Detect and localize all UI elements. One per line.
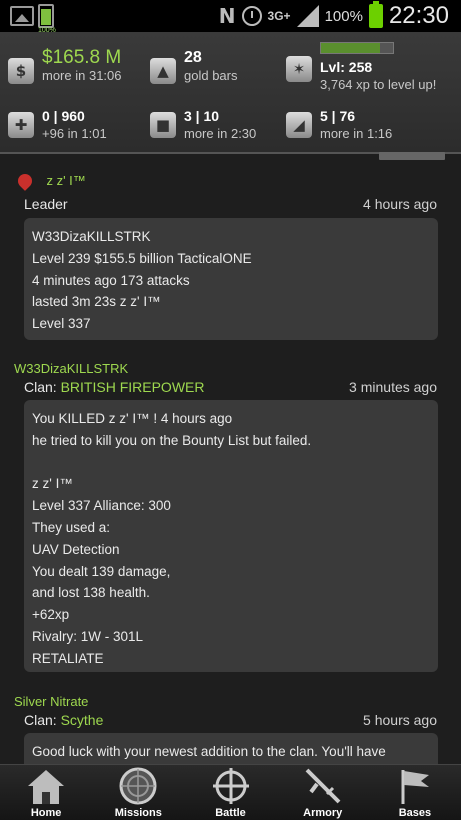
message-line: +62xp (32, 607, 70, 623)
message-line: Level 337 (32, 316, 91, 332)
gold-stat[interactable]: ▲ 28 gold bars (150, 48, 237, 84)
post-author[interactable]: Silver Nitrate (14, 694, 88, 709)
health-cross-icon: ✚ (8, 112, 34, 138)
clan-feed[interactable]: z z' I™ Leader 4 hours ago W33DizaKILLST… (0, 156, 461, 764)
message-line: he tried to kill you on the Bounty List … (32, 432, 312, 448)
clan-name[interactable]: Scythe (61, 712, 104, 728)
gold-label: gold bars (184, 68, 238, 83)
nav-missions[interactable]: Missions (92, 765, 184, 820)
alarm-icon (241, 6, 262, 26)
rifle-icon (305, 768, 341, 804)
health-stat[interactable]: ✚ 0 | 960 +96 in 1:01 (8, 106, 107, 142)
message-line (32, 452, 430, 474)
nav-home[interactable]: Home (0, 765, 92, 820)
radar-icon (119, 767, 157, 805)
energy-timer: more in 2:30 (184, 126, 257, 141)
feed-post: z z' I™ Leader 4 hours ago (0, 170, 461, 212)
message-line: Good luck with your newest addition to t… (32, 744, 386, 759)
xp-progress-fill (321, 43, 381, 53)
signal-icon (296, 5, 319, 27)
money-stat[interactable]: $ $165.8 M more in 31:06 (8, 48, 122, 84)
message-bubble: You KILLED z z' I™ ! 4 hours ago he trie… (24, 400, 438, 672)
nav-bases[interactable]: Bases (369, 765, 461, 820)
message-line[interactable]: z z' I™ (32, 473, 430, 495)
message-bubble: W33DizaKILLSTRK Level 239 $155.5 billion… (24, 218, 438, 340)
message-line: You dealt 139 damage, (32, 563, 171, 579)
nav-bases-label: Bases (398, 807, 432, 819)
energy-stat[interactable]: ■ 3 | 10 more in 2:30 (150, 106, 256, 142)
battery-icon (368, 1, 383, 28)
home-icon (28, 770, 65, 804)
retaliate-link[interactable]: RETALIATE (32, 648, 430, 670)
message-line: Level 337 Alliance: 300 (32, 498, 171, 514)
health-timer: +96 in 1:01 (42, 126, 107, 141)
message-line: Level 239 $155.5 billion TacticalONE (32, 250, 252, 266)
gold-bars-icon: ▲ (150, 58, 176, 84)
author-role: Leader (24, 196, 68, 212)
message-bubble: Good luck with your newest addition to t… (24, 733, 438, 764)
ammo-timer: more in 1:16 (320, 126, 393, 141)
energy-value: 3 | 10 (184, 108, 220, 124)
player-stats-panel: $ $165.8 M more in 31:06 ▲ 28 gold bars … (0, 32, 461, 154)
message-line: You KILLED z z' I™ ! 4 hours ago (32, 411, 233, 426)
xp-to-level: 3,764 xp to level up! (320, 77, 437, 92)
ammo-icon: ◢ (286, 112, 312, 138)
feed-post: W33DizaKILLSTRK Clan: BRITISH FIREPOWER … (0, 360, 461, 395)
battery-widget-icon: 100% (38, 4, 56, 34)
status-bar: 100% N 3G+ 100% 22:30 (0, 0, 461, 34)
post-author[interactable]: W33DizaKILLSTRK (14, 361, 128, 376)
message-line: lasted 3m 23s z z' I™ (32, 294, 161, 310)
bottom-nav: Home Missions Battle Armory Bases (0, 764, 461, 820)
post-author[interactable]: z z' I™ (46, 173, 85, 188)
money-icon: $ (8, 58, 34, 84)
energy-icon: ■ (150, 112, 176, 138)
message-line: UAV Detection (32, 541, 120, 557)
health-value: 0 | 960 (42, 108, 85, 124)
nav-armory-label: Armory (303, 807, 343, 819)
message-line[interactable]: W33DizaKILLSTRK (32, 226, 430, 248)
level-stat[interactable]: ✶ Lvl: 258 3,764 xp to level up! (286, 42, 436, 93)
money-value: $165.8 M (42, 47, 122, 68)
clock: 22:30 (388, 2, 449, 29)
level-star-icon: ✶ (286, 56, 312, 82)
pin-icon (15, 170, 35, 191)
clan-label: Clan: (24, 712, 57, 728)
money-timer: more in 31:06 (42, 68, 122, 83)
clan-name[interactable]: BRITISH FIREPOWER (61, 379, 205, 395)
network-type: 3G+ (267, 9, 291, 23)
nav-missions-label: Missions (114, 807, 162, 819)
post-time: 3 minutes ago (349, 379, 437, 395)
battery-percent: 100% (324, 7, 363, 25)
nav-battle[interactable]: Battle (184, 765, 276, 820)
nav-armory[interactable]: Armory (277, 765, 369, 820)
crosshair-icon (212, 768, 249, 804)
post-time: 4 hours ago (363, 196, 437, 212)
nav-battle-label: Battle (215, 807, 246, 819)
ammo-value: 5 | 76 (320, 108, 356, 124)
nfc-icon: N (218, 4, 236, 28)
clan-label: Clan: (24, 379, 57, 395)
gold-value: 28 (184, 49, 202, 66)
xp-progress-bar (320, 42, 394, 54)
message-line: They used a: (32, 519, 111, 535)
feed-post: Silver Nitrate Clan: Scythe 5 hours ago (0, 693, 461, 728)
flag-icon (401, 770, 429, 804)
message-line: and lost 138 health. (32, 585, 150, 601)
message-line: Rivalry: 1W - 301L (32, 628, 144, 644)
message-line: 4 minutes ago 173 attacks (32, 272, 190, 288)
level-value: Lvl: 258 (320, 59, 373, 75)
post-time: 5 hours ago (363, 712, 437, 728)
gallery-notification-icon (10, 6, 34, 26)
nav-home-label: Home (30, 807, 62, 819)
ammo-stat[interactable]: ◢ 5 | 76 more in 1:16 (286, 106, 392, 142)
